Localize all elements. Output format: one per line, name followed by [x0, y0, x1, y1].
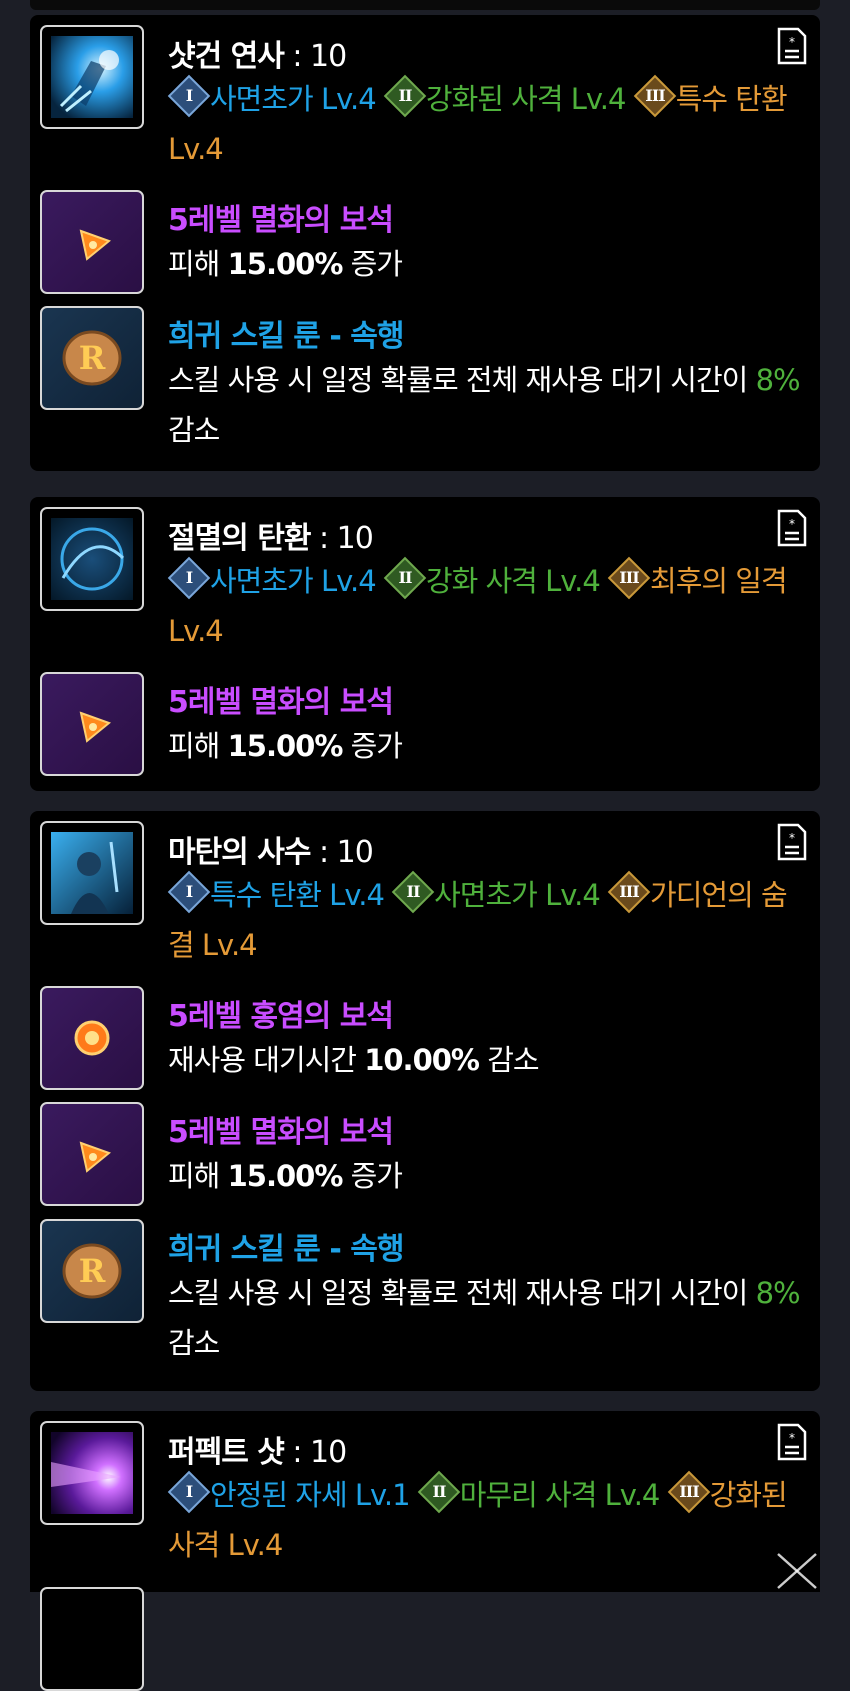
tripod-tier-3-icon: III	[607, 556, 651, 600]
rune-name: 희귀 스킬 룬 - 속행	[168, 1232, 404, 1267]
svg-text:*: *	[789, 35, 795, 49]
shotgun-burst-skill-icon	[51, 36, 133, 118]
tripod-tier-3-icon: III	[667, 1470, 710, 1514]
gem-icon-frame[interactable]	[40, 986, 144, 1090]
tripod-2: 강화 사격 Lv.4	[425, 564, 601, 598]
rune-effect: 스킬 사용 시 일정 확률로 전체 재사용 대기 시간이 8% 감소	[168, 1276, 801, 1360]
annihilation-bullet-skill-icon	[51, 518, 133, 600]
tripod-list: I 안정된 자세 Lv.1 II 마무리 사격 Lv.4 III 강화된 사격 Lv.…	[167, 1470, 808, 1570]
svg-text:*: *	[789, 1431, 795, 1445]
gem-icon-frame[interactable]	[40, 672, 144, 776]
skill-title: 절멸의 탄환 : 10	[168, 513, 374, 557]
tripod-tier-2-icon: II	[383, 74, 427, 118]
gem-name: 5레벨 멸화의 보석	[168, 685, 394, 720]
skill-card-annihilation-bullet: 절멸의 탄환 : 10 * I 사면초가 Lv.4 II 강화 사격 Lv.4 II…	[30, 497, 820, 791]
skill-level: : 10	[310, 835, 374, 870]
annihilation-gem-icon	[79, 1141, 112, 1173]
skill-level: : 10	[283, 39, 347, 74]
svg-text:*: *	[789, 831, 795, 845]
crimson-flame-gem-icon	[74, 1020, 110, 1056]
previous-card-edge	[30, 0, 820, 10]
gem-name: 5레벨 멸화의 보석	[168, 203, 394, 238]
rune-icon-frame[interactable]: R	[40, 1219, 144, 1323]
skill-name: 마탄의 사수	[168, 835, 311, 870]
document-icon[interactable]: *	[776, 27, 808, 65]
tripod-1: 특수 탄환 Lv.4	[210, 878, 385, 912]
tripod-list: I 특수 탄환 Lv.4 II 사면초가 Lv.4 III 가디언의 숨결 Lv.4	[167, 870, 808, 970]
tripod-tier-3-icon: III	[633, 74, 676, 118]
magic-bullet-marksman-skill-icon	[51, 832, 133, 914]
skill-level: : 10	[310, 521, 374, 556]
skill-icon-frame[interactable]	[40, 507, 144, 611]
skill-card-shotgun-burst: 샷건 연사 : 10 * I 사면초가 Lv.4 II 강화된 사격 Lv.4 II…	[30, 15, 820, 471]
skill-title: 샷건 연사 : 10	[168, 31, 347, 75]
tripod-2: 강화된 사격 Lv.4	[425, 82, 627, 116]
gem-name: 5레벨 멸화의 보석	[168, 1115, 394, 1150]
document-icon[interactable]: *	[776, 823, 808, 861]
perfect-shot-skill-icon	[51, 1432, 133, 1514]
tripod-1: 사면초가 Lv.4	[210, 564, 377, 598]
gem-effect: 피해 15.00% 증가	[168, 729, 403, 763]
skill-icon-frame[interactable]	[40, 25, 144, 129]
annihilation-gem-icon	[79, 711, 112, 743]
close-icon[interactable]	[774, 1552, 820, 1590]
gem-effect: 재사용 대기시간 10.00% 감소	[168, 1043, 540, 1077]
skill-icon-frame[interactable]	[40, 821, 144, 925]
skill-name: 절멸의 탄환	[168, 521, 311, 556]
gem-name: 5레벨 홍염의 보석	[168, 999, 394, 1034]
tripod-tier-1-icon: I	[167, 74, 211, 118]
tripod-tier-2-icon: II	[391, 870, 435, 914]
document-icon[interactable]: *	[776, 509, 808, 547]
tripod-1: 사면초가 Lv.4	[210, 82, 377, 116]
rune-icon: R	[62, 330, 122, 386]
skill-card-magic-bullet-marksman: 마탄의 사수 : 10 * I 특수 탄환 Lv.4 II 사면초가 Lv.4 II…	[30, 811, 820, 1391]
gem-effect: 피해 15.00% 증가	[168, 247, 403, 281]
skill-level: : 10	[283, 1435, 347, 1470]
tripod-list: I 사면초가 Lv.4 II 강화 사격 Lv.4 III 최후의 일격 Lv.4	[167, 556, 808, 656]
tripod-1: 안정된 자세 Lv.1	[210, 1478, 411, 1512]
annihilation-gem-icon	[79, 229, 112, 261]
gem-effect: 피해 15.00% 증가	[168, 1159, 403, 1193]
next-icon-frame[interactable]	[40, 1587, 144, 1691]
tripod-tier-3-icon: III	[607, 870, 651, 914]
skill-title: 마탄의 사수 : 10	[168, 827, 374, 871]
rune-icon-frame[interactable]: R	[40, 306, 144, 410]
tripod-2: 마무리 사격 Lv.4	[459, 1478, 661, 1512]
skill-icon-frame[interactable]	[40, 1421, 144, 1525]
tripod-list: I 사면초가 Lv.4 II 강화된 사격 Lv.4 III 특수 탄환 Lv.4	[167, 74, 808, 174]
skill-card-perfect-shot: 퍼펙트 샷 : 10 * I 안정된 자세 Lv.1 II 마무리 사격 Lv.4 …	[30, 1411, 820, 1691]
gem-icon-frame[interactable]	[40, 1102, 144, 1206]
rune-icon: R	[62, 1243, 122, 1299]
tripod-tier-1-icon: I	[167, 870, 211, 914]
document-icon[interactable]: *	[776, 1423, 808, 1461]
gem-icon-frame[interactable]	[40, 190, 144, 294]
tripod-tier-2-icon: II	[383, 556, 427, 600]
skill-title: 퍼펙트 샷 : 10	[168, 1427, 347, 1471]
tripod-tier-1-icon: I	[167, 1470, 211, 1514]
rune-name: 희귀 스킬 룬 - 속행	[168, 319, 404, 354]
rune-effect: 스킬 사용 시 일정 확률로 전체 재사용 대기 시간이 8% 감소	[168, 363, 801, 447]
svg-text:*: *	[789, 517, 795, 531]
tripod-2: 사면초가 Lv.4	[434, 878, 601, 912]
svg-text:R: R	[79, 1252, 106, 1290]
skill-name: 퍼펙트 샷	[168, 1435, 285, 1470]
tripod-tier-2-icon: II	[417, 1470, 461, 1514]
tripod-tier-1-icon: I	[167, 556, 211, 600]
svg-text:R: R	[79, 339, 106, 377]
skill-name: 샷건 연사	[168, 39, 285, 74]
